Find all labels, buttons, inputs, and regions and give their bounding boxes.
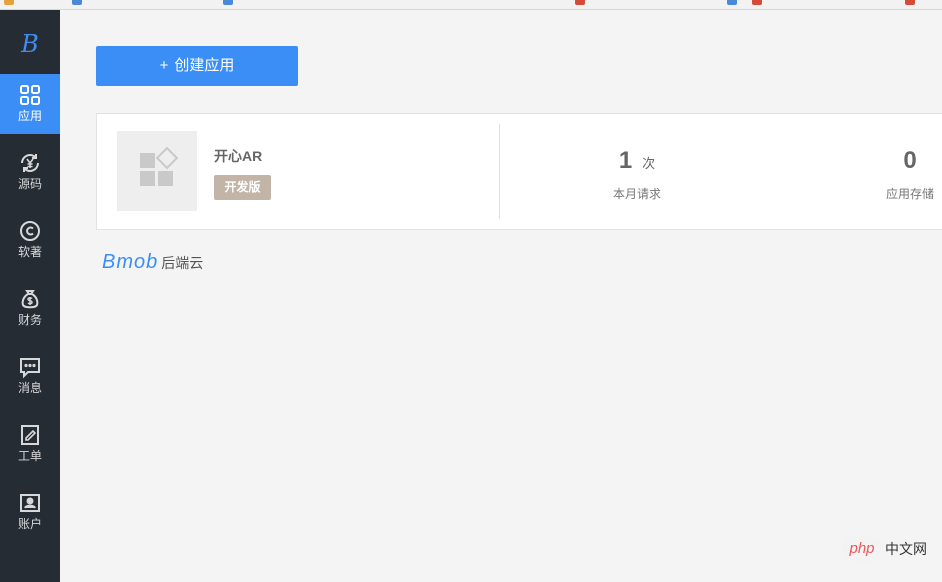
app-name[interactable]: 开心AR (214, 146, 262, 166)
sidebar-item-label: 账户 (17, 517, 42, 531)
bookmark-icon (727, 0, 737, 6)
footer-brand-text: 后端云 (161, 255, 204, 271)
divider (499, 124, 500, 219)
copyright-icon (20, 221, 40, 241)
account-card-icon (20, 494, 40, 512)
sidebar-item-account[interactable]: 账户 (0, 482, 60, 542)
bookmark-item[interactable] (575, 0, 588, 6)
stat-label: 本月请求 (612, 187, 661, 201)
sidebar-item-label: 消息 (17, 381, 42, 395)
sidebar-item-apps[interactable]: 应用 (0, 74, 60, 134)
sidebar-item-messages[interactable]: 消息 (0, 346, 60, 406)
create-app-label: 创建应用 (174, 57, 235, 74)
sidebar-item-label: 财务 (17, 313, 42, 327)
sidebar-item-source[interactable]: 源码 (0, 142, 60, 202)
plus-icon: + (159, 57, 169, 74)
watermark: php 中文网 (842, 536, 927, 564)
stat-storage: 0 应用存储 (875, 147, 942, 202)
bookmark-item[interactable] (752, 0, 765, 6)
sidebar: B 应用 源码 软著 财务 消息 工单 账户 (0, 10, 60, 582)
sidebar-item-tickets[interactable]: 工单 (0, 414, 60, 474)
stat-value: 1 (618, 147, 633, 174)
bookmark-item[interactable] (727, 0, 740, 6)
bookmark-icon (223, 0, 233, 6)
status-badge: 开发版 (214, 175, 271, 200)
bookmark-icon (4, 0, 14, 6)
footer-brand: Bmob 后端云 (102, 251, 203, 274)
bookmarks-bar (0, 0, 942, 10)
app-card[interactable]: 开心AR 开发版 1次 本月请求 0 应用存储 (96, 113, 942, 230)
yuan-cycle-icon (21, 154, 39, 172)
edit-document-icon (21, 425, 39, 445)
bookmark-icon (575, 0, 585, 6)
stat-value: 0 (903, 147, 917, 174)
grid-icon (20, 85, 40, 105)
watermark-text: 中文网 (885, 541, 927, 557)
bookmark-icon (905, 0, 915, 6)
php-logo: php (842, 536, 882, 562)
stat-requests: 1次 本月请求 (597, 147, 677, 202)
create-app-button[interactable]: + 创建应用 (96, 46, 298, 86)
bookmark-item[interactable] (223, 0, 236, 6)
bookmark-item[interactable] (905, 0, 918, 6)
sidebar-item-label: 工单 (17, 449, 42, 463)
sidebar-item-finance[interactable]: 财务 (0, 278, 60, 338)
sidebar-item-copyright[interactable]: 软著 (0, 210, 60, 270)
message-icon (20, 358, 40, 379)
sidebar-item-label: 软著 (17, 245, 42, 259)
brand-logo[interactable]: B (0, 30, 60, 58)
bookmark-item[interactable] (4, 0, 17, 6)
bookmark-icon (72, 0, 82, 6)
app-thumbnail[interactable] (117, 131, 197, 211)
bmob-logo: Bmob (102, 251, 159, 273)
bookmark-item[interactable] (72, 0, 85, 6)
sidebar-item-label: 应用 (17, 109, 42, 123)
app-placeholder-icon (140, 146, 179, 186)
stat-unit: 次 (642, 156, 656, 171)
sidebar-item-label: 源码 (17, 177, 42, 191)
money-bag-icon (21, 290, 39, 309)
bookmark-icon (752, 0, 762, 6)
stat-label: 应用存储 (885, 187, 934, 201)
